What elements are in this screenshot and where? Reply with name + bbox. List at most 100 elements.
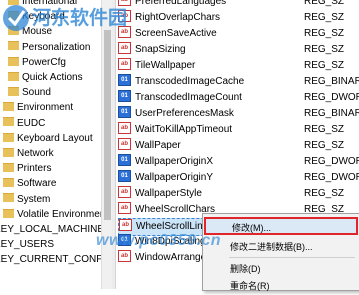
tree-item[interactable]: Printers [3, 161, 51, 176]
tree-item[interactable]: Environment [3, 100, 73, 115]
tree-item-label: PowerCfg [22, 56, 66, 68]
menu-item[interactable]: 重命名(R) [204, 277, 358, 295]
folder-icon [3, 178, 14, 188]
folder-icon [3, 132, 14, 142]
tree-item-label: EUDC [17, 117, 46, 129]
value-type: REG_DWORD [304, 172, 359, 183]
value-row[interactable]: 01 WallpaperOriginY REG_DWORD [116, 170, 359, 186]
tree-item[interactable]: KEY_CURRENT_CONFIG [0, 252, 112, 267]
value-name: WallpaperStyle [135, 188, 202, 199]
string-value-icon: ab [118, 58, 131, 71]
tree-item[interactable]: System [3, 192, 50, 207]
value-name: WallPaper [135, 140, 181, 151]
tree-item-label: Environment [17, 102, 74, 114]
value-type: REG_SZ [304, 124, 345, 135]
value-name: TranscodedImageCount [135, 92, 242, 103]
value-row[interactable]: ab TileWallpaper REG_SZ [116, 58, 359, 74]
watermark-logo: 河东软件园 [3, 5, 127, 31]
string-value-icon: ab [118, 122, 131, 135]
tree-item-label: Sound [22, 87, 51, 99]
value-type: REG_SZ [304, 60, 345, 71]
tree-item[interactable]: Sound [8, 85, 51, 100]
tree-item[interactable]: Quick Actions [8, 70, 83, 85]
value-row[interactable]: 01 UserPreferencesMask REG_BINARY [116, 106, 359, 122]
value-row[interactable]: 01 WallpaperOriginX REG_DWORD [116, 154, 359, 170]
folder-icon [3, 147, 14, 157]
folder-icon [8, 71, 19, 81]
value-name: PreferredLanguages [135, 0, 227, 7]
value-row[interactable]: ab ScreenSaveActive REG_SZ [116, 26, 359, 42]
value-type: REG_BINARY [304, 76, 359, 87]
value-row[interactable]: ab WaitToKillAppTimeout REG_SZ [116, 122, 359, 138]
value-row[interactable]: 01 TranscodedImageCount REG_DWORD [116, 90, 359, 106]
watermark-logo-icon [3, 5, 29, 31]
value-name: WallpaperOriginX [135, 156, 213, 167]
tree-item[interactable]: KEY_USERS [0, 237, 54, 252]
tree-item-label: KEY_LOCAL_MACHINE [0, 224, 105, 235]
string-value-icon: ab [118, 42, 131, 55]
tree-item-label: Quick Actions [22, 72, 83, 83]
value-name: UserPreferencesMask [135, 108, 234, 119]
tree-item[interactable]: Volatile Environment [3, 207, 108, 222]
tree-item-label: Network [17, 148, 54, 159]
value-type: REG_SZ [304, 44, 345, 55]
tree-item-label: Volatile Environment [17, 208, 109, 220]
value-row[interactable]: ab WallPaper REG_SZ [116, 138, 359, 154]
value-type: REG_SZ [304, 28, 345, 39]
value-type: REG_SZ [304, 140, 345, 151]
tree-item[interactable]: EUDC [3, 116, 45, 131]
binary-value-icon: 01 [118, 170, 131, 183]
value-name: RightOverlapChars [135, 12, 221, 23]
folder-icon [8, 41, 19, 51]
tree-item[interactable]: Software [3, 176, 56, 191]
value-type: REG_DWORD [304, 156, 359, 167]
value-type: REG_BINARY [304, 108, 359, 119]
menu-item[interactable]: 修改(M)... [204, 217, 358, 235]
value-name: TileWallpaper [135, 60, 196, 71]
tree-item-label: Keyboard Layout [17, 132, 93, 144]
binary-value-icon: 01 [118, 154, 131, 167]
tree-scrollbar-thumb[interactable] [104, 30, 111, 220]
value-type: REG_SZ [304, 12, 345, 23]
folder-icon [3, 117, 14, 127]
tree-item[interactable]: PowerCfg [8, 55, 66, 70]
binary-value-icon: 01 [118, 106, 131, 119]
tree-item-label: KEY_CURRENT_CONFIG [0, 254, 112, 266]
value-type: REG_SZ [304, 0, 345, 7]
string-value-icon: ab [118, 250, 131, 263]
tree-item[interactable]: Keyboard Layout [3, 131, 93, 146]
tree-item[interactable]: KEY_LOCAL_MACHINE [0, 222, 104, 237]
tree-item-label: Printers [17, 163, 52, 175]
menu-item[interactable]: 修改二进制数据(B)... [204, 238, 358, 256]
value-row[interactable]: ab WallpaperStyle REG_SZ [116, 186, 359, 202]
value-row[interactable]: ab RightOverlapChars REG_SZ [116, 10, 359, 26]
watermark-url: www.pc0359.cn [96, 232, 222, 249]
binary-value-icon: 01 [118, 74, 131, 87]
tree-item-label: Software [17, 178, 57, 190]
watermark-site-name: 河东软件园 [32, 6, 127, 29]
folder-icon [3, 193, 14, 203]
value-name: WallpaperOriginY [135, 172, 213, 183]
folder-icon [3, 208, 14, 218]
folder-icon [3, 163, 14, 173]
value-row[interactable]: 01 TranscodedImageCache REG_BINARY [116, 74, 359, 90]
tree-item-label: Personalization [22, 41, 91, 53]
menu-item[interactable]: 删除(D) [204, 260, 358, 278]
value-name: TranscodedImageCache [135, 76, 245, 87]
tree-item[interactable]: Network [3, 146, 54, 161]
folder-icon [8, 87, 19, 97]
binary-value-icon: 01 [118, 90, 131, 103]
tree-item-label: KEY_USERS [0, 239, 55, 251]
folder-icon [3, 102, 14, 112]
value-row[interactable]: ab SnapSizing REG_SZ [116, 42, 359, 58]
string-value-icon: ab [118, 186, 131, 199]
string-value-icon: ab [118, 138, 131, 151]
value-type: REG_DWORD [304, 92, 359, 103]
context-menu: 修改(M)... 修改二进制数据(B)... 删除(D) 重命名(R) [202, 213, 359, 291]
value-name: SnapSizing [135, 44, 186, 55]
value-row[interactable]: ab PreferredLanguages REG_SZ [116, 0, 359, 10]
tree-item-label: System [17, 193, 51, 205]
value-name: WaitToKillAppTimeout [135, 124, 233, 135]
value-name: ScreenSaveActive [135, 28, 217, 39]
string-value-icon: ab [118, 202, 131, 215]
